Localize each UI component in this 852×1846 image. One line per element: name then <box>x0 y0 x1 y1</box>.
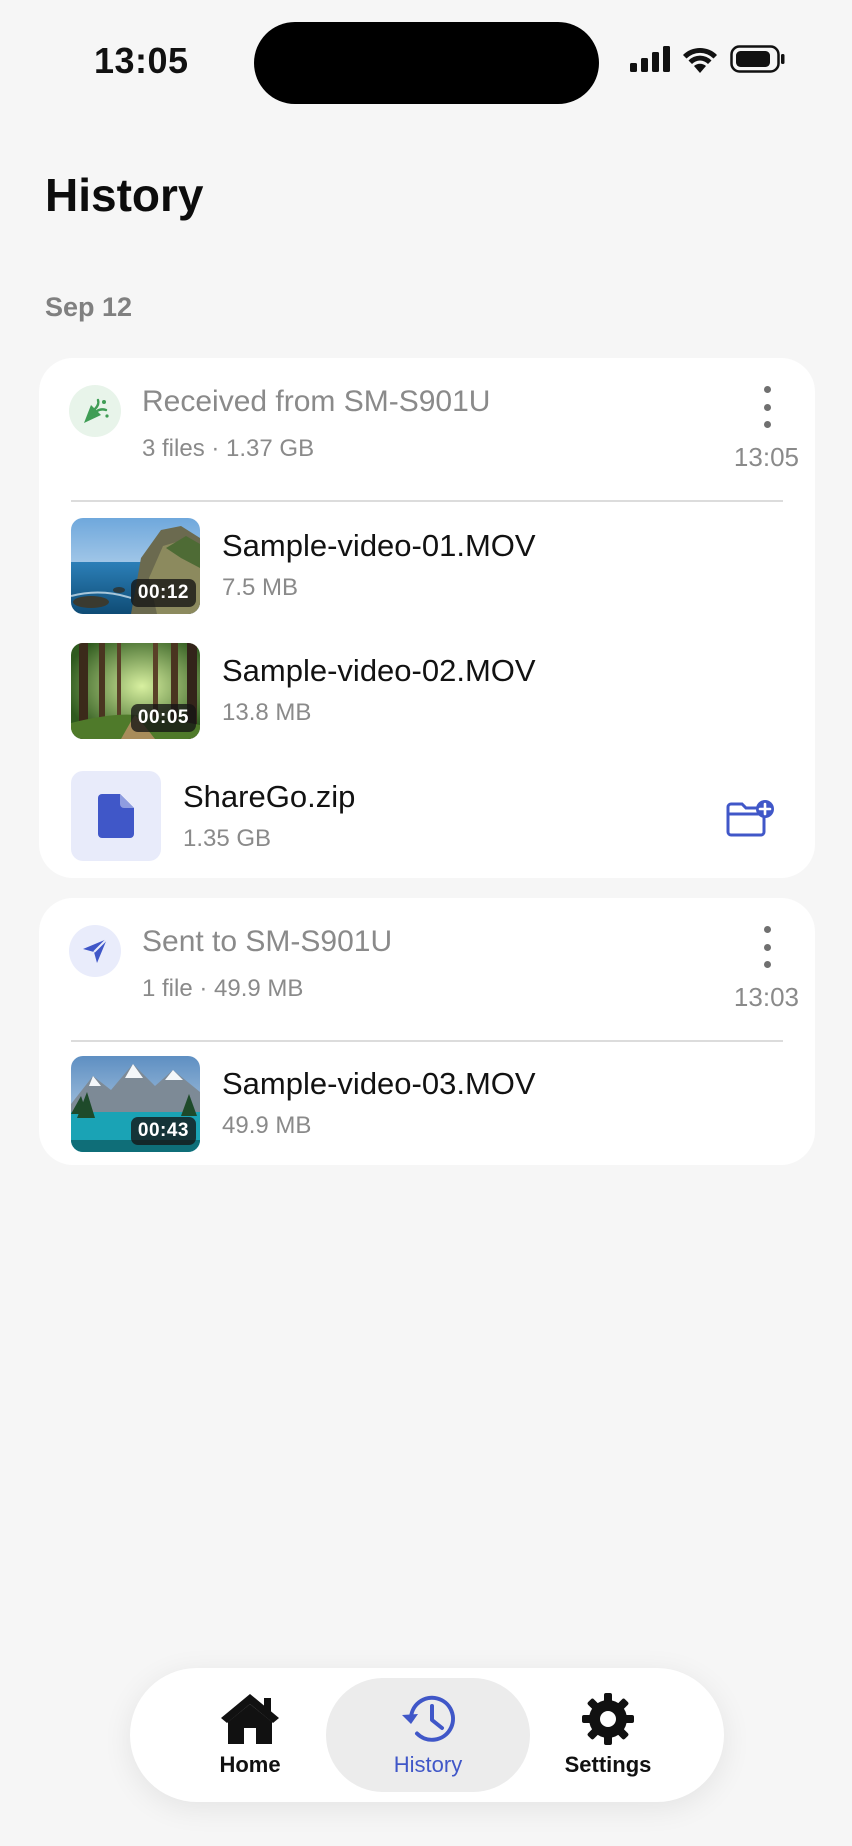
transfer-summary: 3 files · 1.37 GB <box>142 435 315 462</box>
bottom-navigation: Home History Settings <box>130 1668 724 1802</box>
file-row[interactable]: 00:05 Sample-video-02.MOV 13.8 MB <box>71 643 783 741</box>
nav-history[interactable]: History <box>326 1678 530 1792</box>
file-name: ShareGo.zip <box>183 779 356 814</box>
transfer-card-header: Sent to SM-S901U 1 file · 49.9 MB 13:03 <box>39 898 815 1040</box>
page-title: History <box>45 169 204 221</box>
status-bar: 13:05 <box>0 0 852 130</box>
file-size: 7.5 MB <box>222 574 299 601</box>
nav-settings[interactable]: Settings <box>528 1678 688 1792</box>
divider <box>71 1040 783 1042</box>
transfer-card-sent[interactable]: Sent to SM-S901U 1 file · 49.9 MB 13:03 <box>39 898 815 1165</box>
file-size: 1.35 GB <box>183 825 272 852</box>
video-duration: 00:12 <box>130 579 196 607</box>
nav-home[interactable]: Home <box>170 1678 330 1792</box>
file-row[interactable]: 00:12 Sample-video-01.MOV 7.5 MB <box>71 518 783 616</box>
history-icon <box>402 1695 455 1742</box>
more-options-icon[interactable] <box>759 386 775 428</box>
file-name: Sample-video-01.MOV <box>222 528 536 563</box>
home-icon <box>221 1694 279 1744</box>
file-size: 49.9 MB <box>222 1112 312 1139</box>
nav-label: Home <box>219 1752 281 1777</box>
send-icon <box>69 925 121 977</box>
nav-label: Settings <box>564 1752 652 1777</box>
transfer-title: Sent to SM-S901U <box>142 925 393 958</box>
transfer-time: 13:05 <box>733 442 799 472</box>
received-icon <box>69 385 121 437</box>
video-thumbnail-mountain-lake: 00:43 <box>71 1056 200 1152</box>
battery-icon <box>730 45 785 73</box>
nav-label: History <box>393 1752 463 1777</box>
more-options-icon[interactable] <box>759 926 775 968</box>
video-thumbnail-coast: 00:12 <box>71 518 200 614</box>
divider <box>71 500 783 502</box>
transfer-card-header: Received from SM-S901U 3 files · 1.37 GB… <box>39 358 815 500</box>
folder-add-icon[interactable] <box>725 799 775 844</box>
section-date: Sep 12 <box>45 292 133 322</box>
status-icons <box>630 45 786 73</box>
transfer-summary: 1 file · 49.9 MB <box>142 975 304 1002</box>
status-time: 13:05 <box>94 40 189 81</box>
file-row[interactable]: 00:43 Sample-video-03.MOV 49.9 MB <box>71 1056 783 1154</box>
file-name: Sample-video-03.MOV <box>222 1066 536 1101</box>
video-duration: 00:43 <box>130 1117 196 1145</box>
gear-icon <box>582 1693 634 1745</box>
video-thumbnail-forest: 00:05 <box>71 643 200 739</box>
cellular-signal-icon <box>630 46 670 72</box>
file-size: 13.8 MB <box>222 699 312 726</box>
transfer-time: 13:03 <box>733 982 799 1012</box>
file-row[interactable]: ShareGo.zip 1.35 GB <box>71 771 783 869</box>
transfer-card-received[interactable]: Received from SM-S901U 3 files · 1.37 GB… <box>39 358 815 878</box>
document-icon <box>71 771 161 861</box>
transfer-title: Received from SM-S901U <box>142 385 491 418</box>
file-name: Sample-video-02.MOV <box>222 653 536 688</box>
wifi-icon <box>683 47 717 73</box>
video-duration: 00:05 <box>130 704 196 732</box>
dynamic-island <box>254 22 599 104</box>
